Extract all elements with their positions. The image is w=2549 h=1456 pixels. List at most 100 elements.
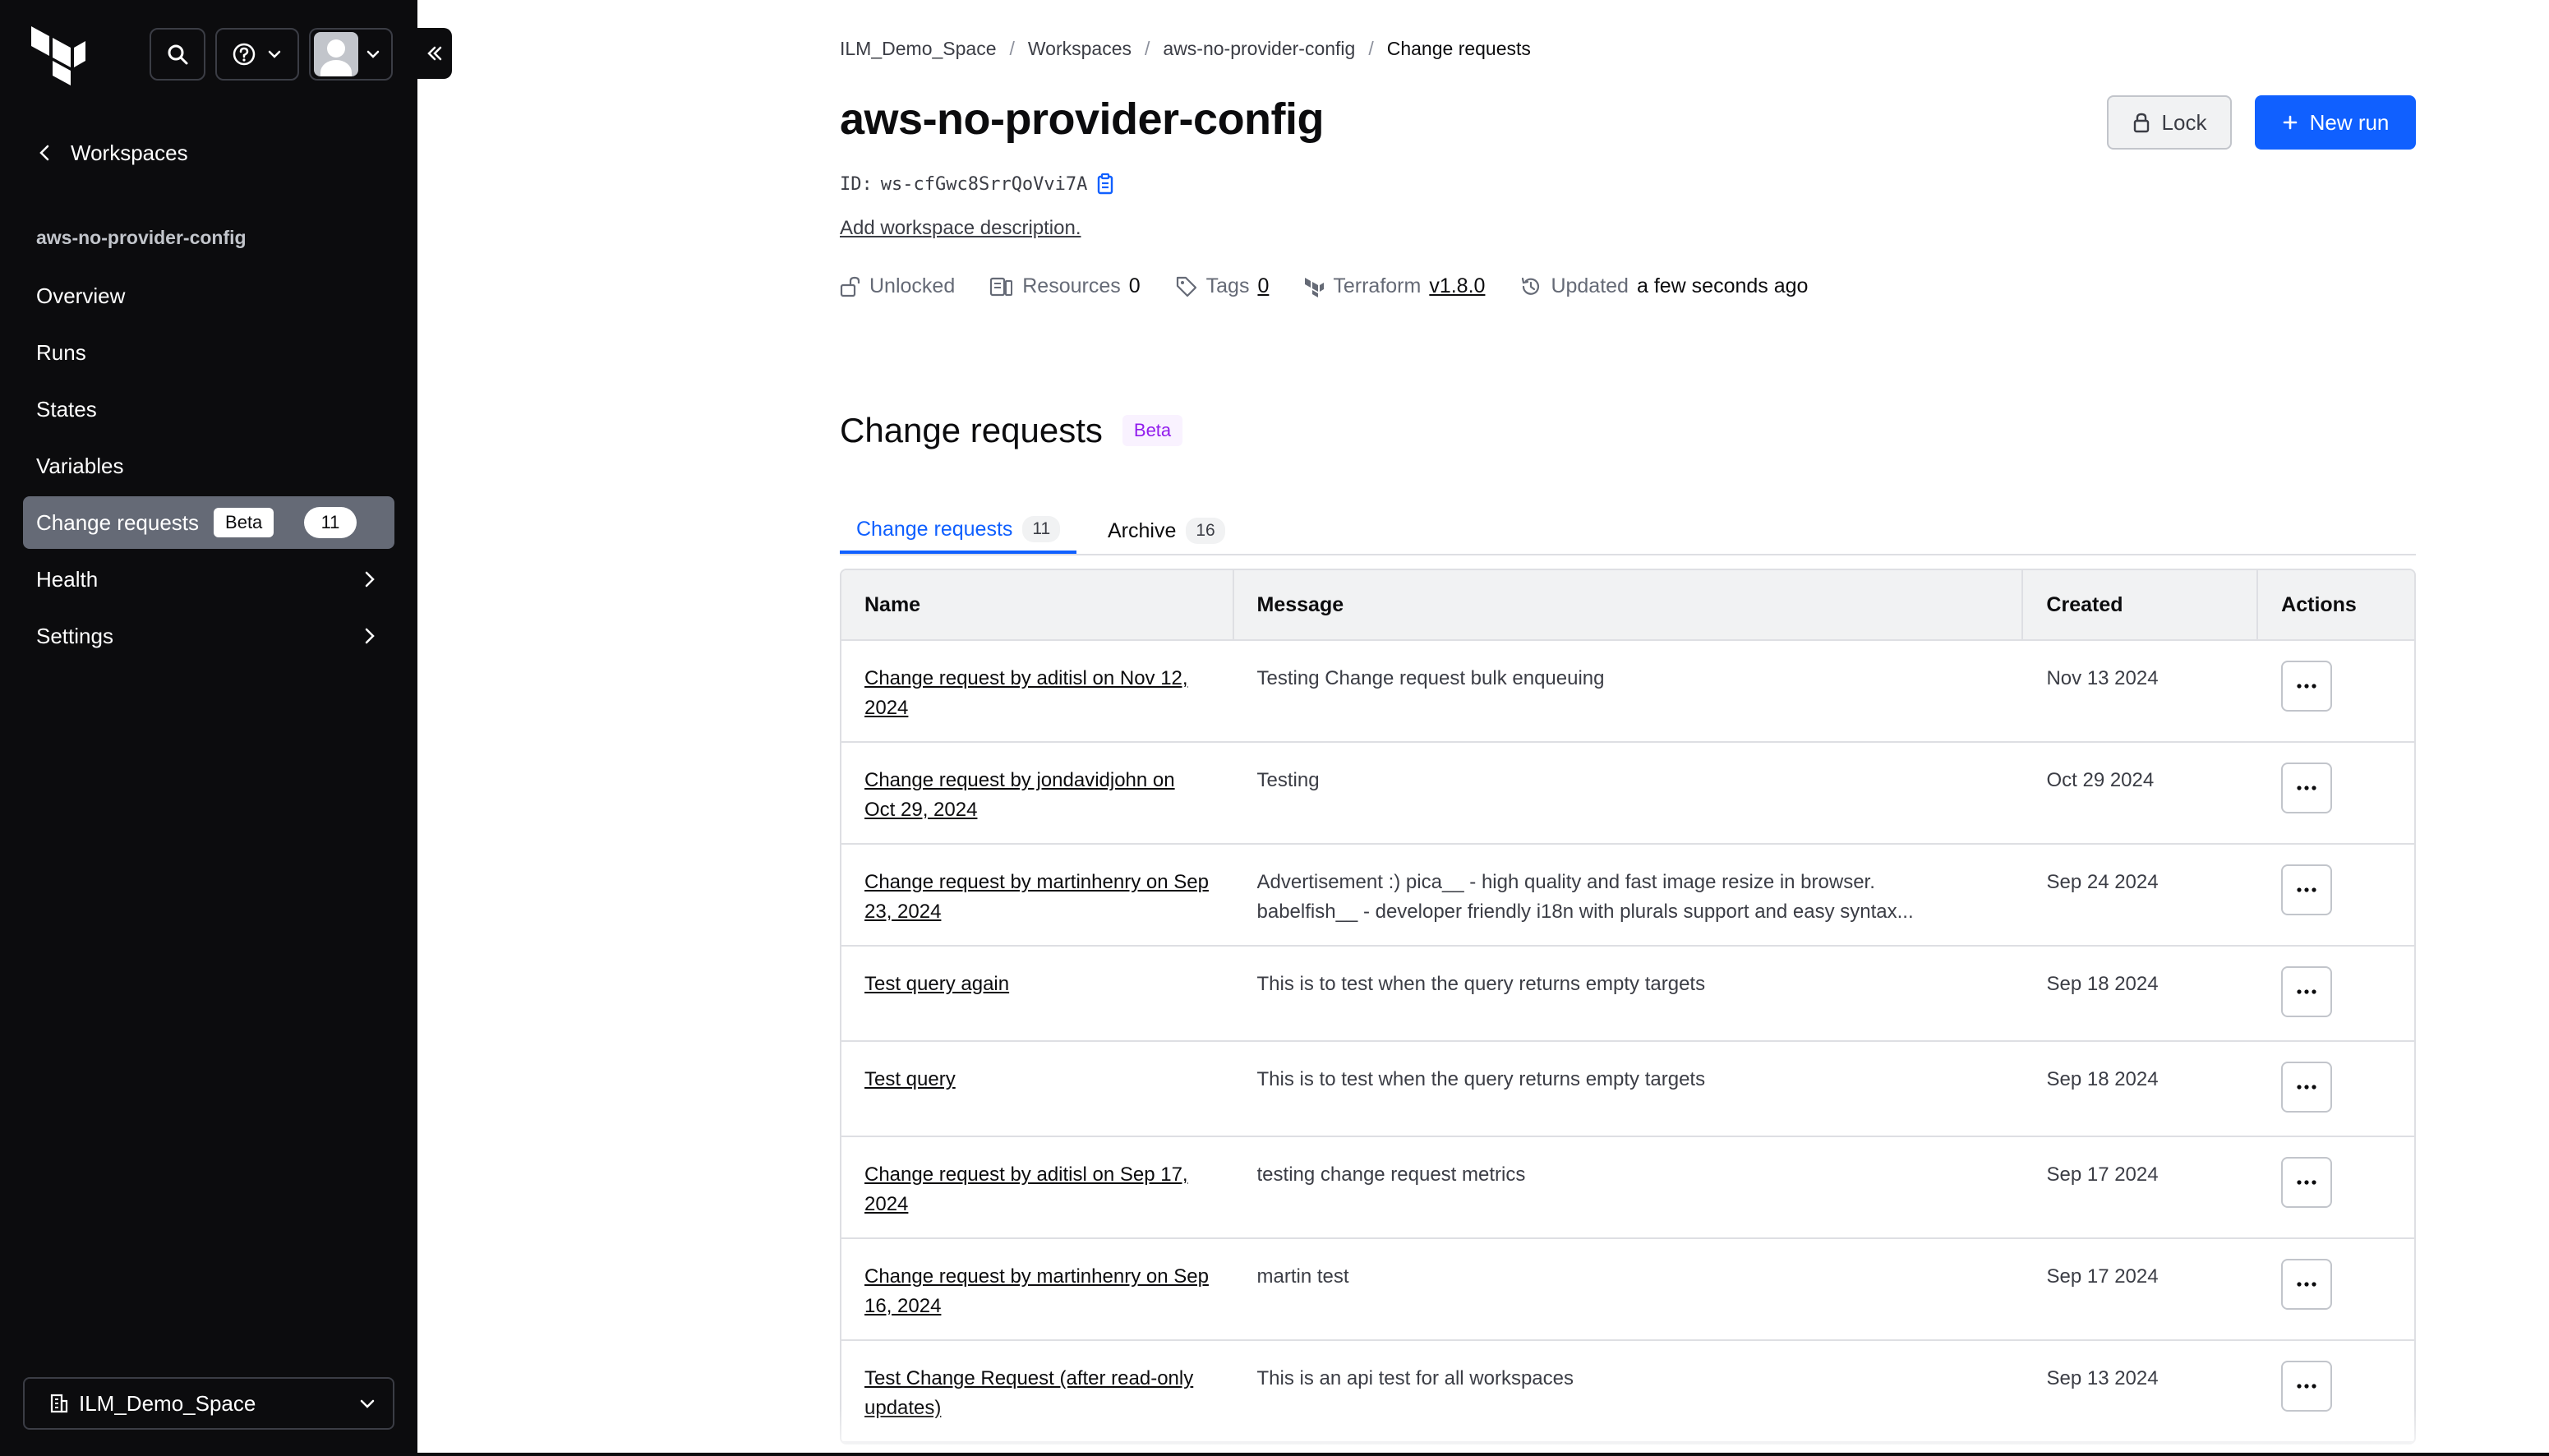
created-cell: Sep 18 2024 [2046,973,2159,995]
message-cell: Testing [1234,743,2024,843]
change-request-link[interactable]: Test query [841,1042,1234,1136]
row-actions-button[interactable] [2281,1157,2333,1208]
sidebar-item-label: Variables [36,453,124,478]
terraform-version: Terraform v1.8.0 [1303,274,1485,298]
resources-count: Resources 0 [989,274,1141,298]
sidebar-item-health[interactable]: Health [23,553,394,606]
breadcrumb-separator: / [1145,38,1150,59]
actions-cell [2258,1137,2414,1237]
change-request-link[interactable]: Change request by martinhenry on Sep 23,… [841,845,1234,945]
bottom-edge [417,1453,2549,1456]
sidebar-workspace-name: aws-no-provider-config [36,227,247,248]
page-title: aws-no-provider-config [840,94,1325,144]
terraform-label: Terraform [1333,274,1422,297]
sidebar-item-runs[interactable]: Runs [23,326,394,379]
row-actions-button[interactable] [2281,1062,2333,1113]
collapse-sidebar-button[interactable] [417,28,452,79]
breadcrumb: ILM_Demo_Space / Workspaces / aws-no-pro… [840,38,1531,60]
tab-change-requests[interactable]: Change requests 11 [840,508,1077,554]
add-description-link[interactable]: Add workspace description. [840,217,1081,240]
message-text: Advertisement :) pica__ - high quality a… [1256,871,1875,893]
message-text: This is to test when the query returns e… [1256,1068,1706,1090]
lock-button[interactable]: Lock [2107,95,2232,150]
breadcrumb-link-workspace[interactable]: aws-no-provider-config [1163,38,1355,60]
created-cell: Nov 13 2024 [2046,667,2159,689]
breadcrumb-link-workspaces[interactable]: Workspaces [1028,38,1132,60]
change-request-link[interactable]: Test query again [841,947,1234,1040]
sidebar-item-label: Overview [36,283,126,308]
message-cell: Testing Change request bulk enqueuing [1234,641,2024,741]
tab-archive[interactable]: Archive 16 [1108,508,1225,554]
terraform-icon [1305,277,1325,297]
sidebar-item-settings[interactable]: Settings [23,610,394,662]
table-row: Change request by jondavidjohn on Oct 29… [841,743,2414,845]
terraform-logo-icon[interactable] [26,23,89,85]
table-row: Test query again This is to test when th… [841,947,2414,1042]
chevron-down-icon [366,50,380,58]
sidebar-item-states[interactable]: States [23,383,394,435]
updated-time: Updated a few seconds ago [1519,274,1808,298]
created-cell: Sep 17 2024 [2046,1265,2159,1288]
row-actions-button[interactable] [2281,1259,2333,1310]
chevron-right-icon [365,571,375,587]
created-cell: Sep 18 2024 [2046,1068,2159,1090]
breadcrumb-link-organization[interactable]: ILM_Demo_Space [840,38,997,60]
row-actions-button[interactable] [2281,661,2333,712]
more-horizontal-icon [2297,1384,2316,1389]
tab-label: Archive [1108,518,1177,542]
help-menu-button[interactable] [215,28,299,81]
message-cell: This is to test when the query returns e… [1234,1042,2024,1136]
chevron-right-icon [365,628,375,644]
change-request-link[interactable]: Change request by jondavidjohn on Oct 29… [841,743,1234,843]
row-actions-button[interactable] [2281,966,2333,1017]
lock-icon [2133,113,2149,133]
more-horizontal-icon [2297,1180,2316,1185]
chevrons-left-icon [427,46,442,61]
search-icon [168,44,188,65]
message-text: This is to test when the query returns e… [1256,973,1706,995]
message-text: babelfish__ - developer friendly i18n wi… [1256,901,1914,923]
terraform-version-link[interactable]: v1.8.0 [1429,274,1485,298]
tab-label: Change requests [856,517,1013,541]
back-to-workspaces-link[interactable]: Workspaces [36,136,188,169]
copy-icon[interactable] [1095,173,1117,196]
search-button[interactable] [150,28,205,81]
sidebar-item-overview[interactable]: Overview [23,270,394,322]
row-actions-button[interactable] [2281,1361,2333,1412]
change-request-link[interactable]: Change request by aditisl on Sep 17, 202… [841,1137,1234,1237]
resources-label: Resources [1022,274,1121,297]
tags-value-link[interactable]: 0 [1257,274,1269,298]
help-icon [233,43,256,66]
change-request-link[interactable]: Change request by martinhenry on Sep 16,… [841,1239,1234,1339]
message-text: This is an api test for all workspaces [1256,1367,1574,1389]
tabs: Change requests 11 Archive 16 [840,508,2416,555]
actions-cell [2258,1042,2414,1136]
workspace-metadata: Unlocked Resources 0 Tags 0 Terraform v1… [840,274,1808,298]
beta-badge: Beta [214,508,274,537]
organization-switcher[interactable]: ILM_Demo_Space [23,1377,394,1430]
row-actions-button[interactable] [2281,864,2333,915]
section-header: Change requests Beta [840,411,1183,450]
sidebar-item-variables[interactable]: Variables [23,440,394,492]
user-menu-button[interactable] [309,28,393,81]
table-row: Change request by aditisl on Nov 12, 202… [841,641,2414,743]
chevron-down-icon [268,50,281,58]
sidebar-item-label: States [36,396,97,422]
unlock-icon [840,276,860,297]
sidebar-item-change-requests[interactable]: Change requests Beta 11 [23,496,394,549]
more-horizontal-icon [2297,1282,2316,1287]
change-request-link[interactable]: Change request by aditisl on Nov 12, 202… [841,641,1234,741]
column-header-message: Message [1234,570,2024,639]
table-row: Change request by aditisl on Sep 17, 202… [841,1137,2414,1239]
lock-button-label: Lock [2161,109,2207,135]
new-run-button[interactable]: New run [2255,95,2416,150]
chevron-down-icon [360,1399,375,1408]
sidebar-item-label: Runs [36,339,86,365]
change-requests-table: Name Message Created Actions Change requ… [840,569,2416,1444]
building-icon [50,1394,68,1413]
column-header-created: Created [2023,570,2259,639]
row-actions-button[interactable] [2281,763,2333,813]
message-text: martin test [1256,1265,1349,1288]
message-cell: martin test [1234,1239,2024,1339]
created-cell: Oct 29 2024 [2046,769,2155,791]
